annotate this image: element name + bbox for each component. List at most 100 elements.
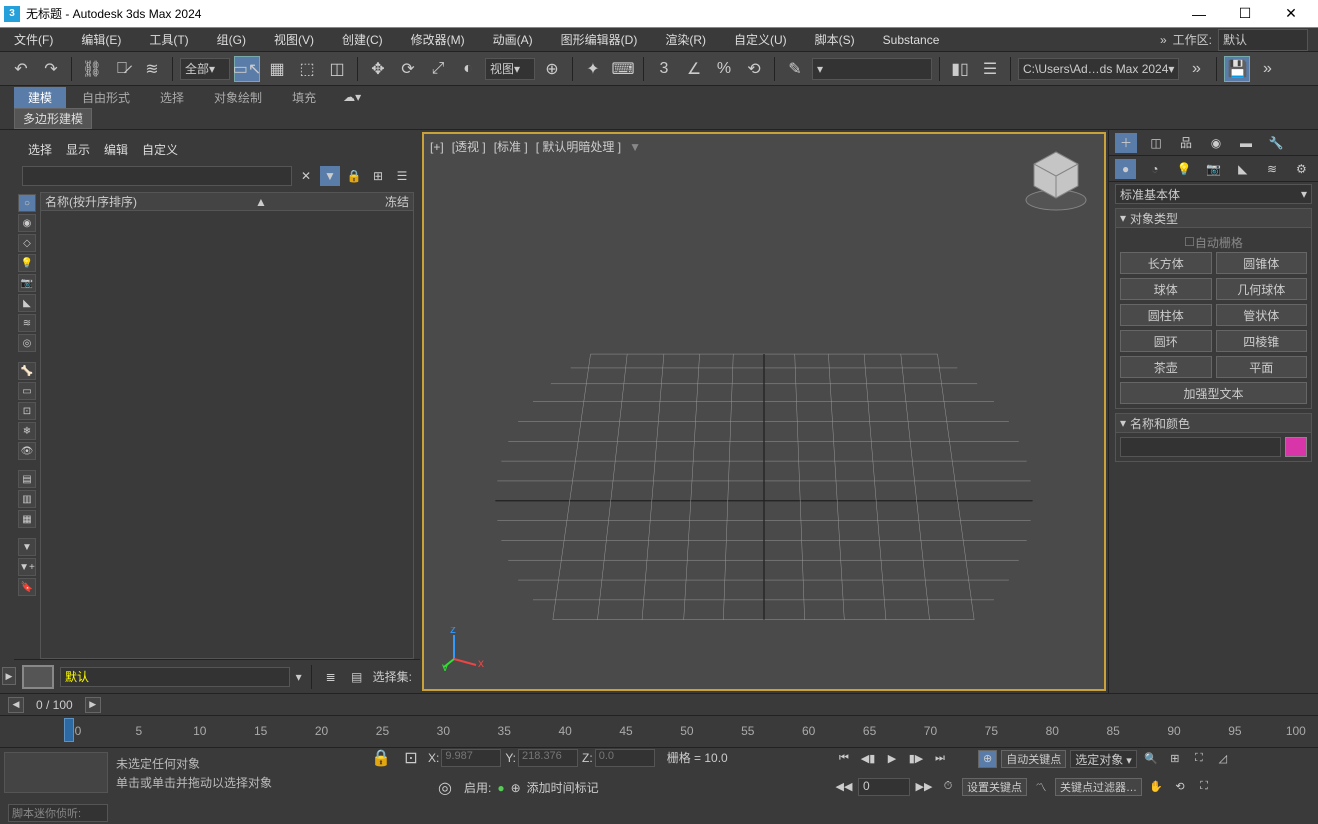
layer-dropdown[interactable]: 默认	[60, 667, 290, 687]
filter-funnel-icon[interactable]: ▼	[18, 538, 36, 556]
lock-selection-icon[interactable]: 🔒	[368, 745, 394, 771]
toolbar-overflow2[interactable]: »	[1254, 56, 1280, 82]
systems-icon[interactable]: ⚙	[1291, 159, 1312, 179]
col-sort-icon[interactable]: ▲	[255, 195, 267, 209]
shapes-icon[interactable]: ◔	[1144, 159, 1165, 179]
scene-tree-icon[interactable]: ⊞	[368, 166, 388, 186]
scene-list[interactable]: 名称(按升序排序) ▲ 冻结	[40, 192, 414, 659]
search-input[interactable]	[22, 166, 292, 186]
filter-add-icon[interactable]: ▼+	[18, 558, 36, 576]
zoom-nav-icon[interactable]: 🔍	[1141, 750, 1161, 768]
zoom-ext-icon[interactable]: ⛶	[1189, 750, 1209, 768]
filter-helper-icon[interactable]: ◣	[18, 294, 36, 312]
keyfilter-button[interactable]: 关键点过滤器…	[1055, 778, 1142, 796]
refcoord-dropdown[interactable]: 视图 ▾	[485, 58, 535, 80]
menu-edit[interactable]: 编辑(E)	[77, 31, 125, 48]
prim-teapot[interactable]: 茶壶	[1120, 356, 1212, 378]
pivot-button[interactable]: ⊕	[539, 56, 565, 82]
prim-box[interactable]: 长方体	[1120, 252, 1212, 274]
select-region-button[interactable]: ⬚	[294, 56, 320, 82]
prim-textplus[interactable]: 加强型文本	[1120, 382, 1307, 404]
snap3-button[interactable]: 3	[651, 56, 677, 82]
filter-geom-icon[interactable]: ◉	[18, 214, 36, 232]
menu-script[interactable]: 脚本(S)	[811, 31, 859, 48]
primitive-type-dropdown[interactable]: 标准基本体▾	[1115, 184, 1312, 204]
angle-snap-button[interactable]: ∠	[681, 56, 707, 82]
menu-substance[interactable]: Substance	[879, 33, 944, 47]
enable-target-icon[interactable]: ⊕	[511, 781, 521, 795]
layer-color-swatch[interactable]	[22, 665, 54, 689]
undo-button[interactable]: ↶	[8, 56, 34, 82]
create-tab-icon[interactable]: ＋	[1115, 133, 1137, 153]
goto-start[interactable]: ⏮	[834, 750, 854, 768]
link-button[interactable]: ⛓	[79, 56, 105, 82]
autogrid-checkbox[interactable]: ☐ 自动栅格	[1120, 232, 1307, 252]
bind-button[interactable]: ≋	[139, 56, 165, 82]
clear-search-icon[interactable]: ✕	[296, 166, 316, 186]
orbit-icon[interactable]: ⟲	[1170, 778, 1190, 796]
coord-z[interactable]: 0.0	[595, 749, 655, 767]
tab-populate[interactable]: 填充	[278, 87, 330, 108]
filter-all-icon[interactable]: ○	[18, 194, 36, 212]
selection-filter[interactable]: 全部 ▾	[180, 58, 230, 80]
toolbar-overflow[interactable]: »	[1183, 56, 1209, 82]
menu-graph[interactable]: 图形编辑器(D)	[557, 31, 642, 48]
coord-x[interactable]: 9.987	[441, 749, 501, 767]
align-button[interactable]: ☰	[977, 56, 1003, 82]
modify-tab-icon[interactable]: ◫	[1145, 133, 1167, 153]
menu-file[interactable]: 文件(F)	[10, 31, 57, 48]
lights-icon[interactable]: 💡	[1174, 159, 1195, 179]
rollout-objecttype[interactable]: ▾对象类型	[1115, 208, 1312, 228]
object-color-swatch[interactable]	[1285, 437, 1307, 457]
col-name[interactable]: 名称(按升序排序)	[45, 193, 137, 210]
prim-cylinder[interactable]: 圆柱体	[1120, 304, 1212, 326]
prim-torus[interactable]: 圆环	[1120, 330, 1212, 352]
timeline[interactable]: 0510152025303540455055606570758085909510…	[0, 715, 1318, 747]
move-button[interactable]: ✥	[365, 56, 391, 82]
menu-create[interactable]: 创建(C)	[338, 31, 387, 48]
menu-customize[interactable]: 自定义(U)	[730, 31, 791, 48]
project-path[interactable]: C:\Users\Ad…ds Max 2024 ▾	[1018, 58, 1179, 80]
expand-button[interactable]: ▶	[2, 667, 16, 685]
viewport-perspective[interactable]: [+] [透视 ] [标准 ] [ 默认明暗处理 ] ▼	[422, 132, 1106, 691]
menu-animation[interactable]: 动画(A)	[489, 31, 537, 48]
maximize-vp-icon[interactable]: ⛶	[1194, 778, 1214, 796]
lp-tab-display[interactable]: 显示	[66, 141, 90, 158]
setkey-button[interactable]: 设置关键点	[962, 778, 1027, 796]
prim-tube[interactable]: 管状体	[1216, 304, 1308, 326]
prev-key[interactable]: ◀◀	[834, 778, 854, 796]
tab-selection[interactable]: 选择	[146, 87, 198, 108]
cameras-icon[interactable]: 📷	[1203, 159, 1224, 179]
fov-icon[interactable]: ◿	[1213, 750, 1233, 768]
lp-tab-edit[interactable]: 编辑	[104, 141, 128, 158]
close-button[interactable]: ✕	[1268, 0, 1314, 28]
isolate-icon[interactable]: ⊡	[398, 745, 424, 771]
menu-modifiers[interactable]: 修改器(M)	[407, 31, 469, 48]
add-time-tag[interactable]: 添加时间标记	[527, 779, 599, 796]
geometry-icon[interactable]: ●	[1115, 159, 1136, 179]
workspace-dropdown[interactable]: 默认	[1218, 29, 1308, 51]
play-button[interactable]: ▶	[882, 750, 902, 768]
keymode-button[interactable]: ⊕	[978, 750, 997, 768]
viewcube[interactable]	[1020, 142, 1092, 214]
col-freeze[interactable]: 冻结	[385, 193, 409, 210]
lp-tab-custom[interactable]: 自定义	[142, 141, 178, 158]
spinner-snap-button[interactable]: ⟲	[741, 56, 767, 82]
object-name-input[interactable]	[1120, 437, 1281, 457]
save-button[interactable]: 💾	[1224, 56, 1250, 82]
overflow-icon[interactable]: »	[1160, 33, 1167, 47]
layer-props-icon[interactable]: ▤	[347, 667, 367, 687]
tab-objectpaint[interactable]: 对象绘制	[200, 87, 276, 108]
minimize-button[interactable]: —	[1176, 0, 1222, 28]
mirror-button[interactable]: ▮▯	[947, 56, 973, 82]
maximize-button[interactable]: ☐	[1222, 0, 1268, 28]
goto-end[interactable]: ⏭	[930, 750, 950, 768]
filter-eye-icon[interactable]: 👁	[18, 442, 36, 460]
menu-tools[interactable]: 工具(T)	[145, 31, 192, 48]
prim-plane[interactable]: 平面	[1216, 356, 1308, 378]
display-tab-icon[interactable]: ▬	[1235, 133, 1257, 153]
next-frame[interactable]: ▮▶	[906, 750, 926, 768]
subtab-polymodeling[interactable]: 多边形建模	[14, 108, 92, 129]
filter-list2-icon[interactable]: ▥	[18, 490, 36, 508]
filter-space-icon[interactable]: ≋	[18, 314, 36, 332]
